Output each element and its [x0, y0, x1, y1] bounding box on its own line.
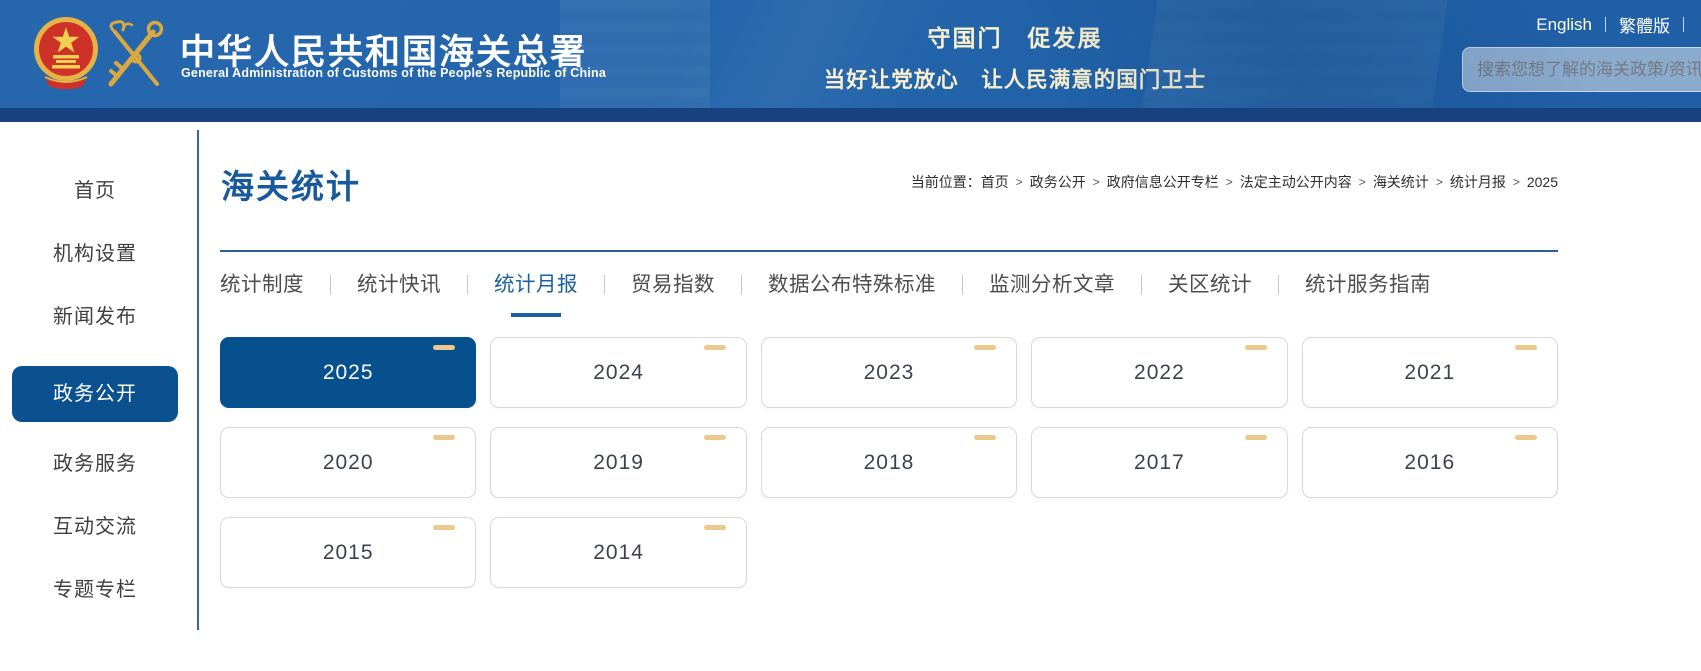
header-link-繁體版[interactable]: 繁體版	[1619, 12, 1670, 37]
year-card-label: 2016	[1404, 451, 1455, 475]
breadcrumb-item-法定主动公开内容[interactable]: 法定主动公开内容	[1240, 172, 1352, 192]
header-link-separator	[1605, 17, 1606, 32]
breadcrumb-item-政府信息公开专栏[interactable]: 政府信息公开专栏	[1107, 172, 1219, 192]
year-card-label: 2018	[864, 451, 915, 475]
org-name-en: General Administration of Customs of the…	[181, 66, 606, 80]
tab-关区统计[interactable]: 关区统计	[1168, 270, 1252, 317]
gold-dash-decoration	[704, 525, 726, 530]
year-card-2020[interactable]: 2020	[220, 427, 476, 498]
header-link-separator	[1683, 17, 1684, 32]
slogan-line-2: 当好让党放心 让人民满意的国门卫士	[790, 63, 1240, 94]
year-card-label: 2014	[593, 541, 644, 565]
gold-dash-decoration	[1245, 435, 1267, 440]
tab-统计服务指南[interactable]: 统计服务指南	[1305, 270, 1431, 317]
year-card-label: 2017	[1134, 451, 1185, 475]
breadcrumb-separator: >	[1513, 175, 1520, 189]
breadcrumb-prefix: 当前位置：	[911, 172, 981, 192]
tab-separator	[330, 275, 331, 295]
gold-dash-decoration	[433, 435, 455, 440]
gold-dash-decoration	[704, 435, 726, 440]
header-links: English 繁體版	[1536, 12, 1697, 37]
breadcrumb-item-首页[interactable]: 首页	[981, 172, 1009, 192]
statistics-tabs: 统计制度 统计快讯 统计月报 贸易指数 数据公布特殊标准 监测分析文章 关区统计 统计服务指南	[220, 270, 1431, 317]
customs-gov-page: 中华人民共和国海关总署 General Administration of Cu…	[0, 0, 1701, 671]
breadcrumb-separator: >	[1016, 175, 1023, 189]
year-card-label: 2022	[1134, 361, 1185, 385]
year-cards-grid: 2025 2024 2023 2022 2021 2020 2019 2018 2017 2016…	[220, 337, 1558, 588]
tab-separator	[1141, 275, 1142, 295]
year-card-2018[interactable]: 2018	[761, 427, 1017, 498]
customs-key-logo-icon	[103, 20, 165, 90]
gold-dash-decoration	[1515, 435, 1537, 440]
tab-separator	[604, 275, 605, 295]
tab-统计月报[interactable]: 统计月报	[494, 270, 578, 317]
national-emblem-icon	[33, 15, 99, 89]
breadcrumb-item-政务公开[interactable]: 政务公开	[1030, 172, 1086, 192]
tab-贸易指数[interactable]: 贸易指数	[631, 270, 715, 317]
year-card-label: 2024	[593, 361, 644, 385]
year-card-2014[interactable]: 2014	[490, 517, 746, 588]
search-box	[1462, 47, 1701, 92]
breadcrumb: 当前位置：首页 > 政务公开 > 政府信息公开专栏 > 法定主动公开内容 > 海关统计 > 统计月报…	[911, 172, 1558, 192]
year-card-label: 2015	[323, 541, 374, 565]
breadcrumb-item-统计月报[interactable]: 统计月报	[1450, 172, 1506, 192]
gold-dash-decoration	[1515, 345, 1537, 350]
year-card-label: 2025	[323, 361, 374, 385]
sidebar-nav: 首页机构设置新闻发布政务公开政务服务互动交流专题专栏	[0, 130, 199, 630]
gold-dash-decoration	[1245, 345, 1267, 350]
site-header: 中华人民共和国海关总署 General Administration of Cu…	[0, 0, 1701, 108]
breadcrumb-separator: >	[1226, 175, 1233, 189]
sidebar-item-专题专栏[interactable]: 专题专栏	[0, 559, 190, 622]
page-title: 海关统计	[221, 160, 361, 208]
gold-dash-decoration	[974, 435, 996, 440]
tab-separator	[467, 275, 468, 295]
breadcrumb-item-海关统计[interactable]: 海关统计	[1373, 172, 1429, 192]
year-card-2025[interactable]: 2025	[220, 337, 476, 408]
tab-统计制度[interactable]: 统计制度	[220, 270, 304, 317]
year-card-2017[interactable]: 2017	[1031, 427, 1287, 498]
tab-separator	[962, 275, 963, 295]
tab-separator	[741, 275, 742, 295]
breadcrumb-separator: >	[1093, 175, 1100, 189]
year-card-2019[interactable]: 2019	[490, 427, 746, 498]
sidebar-item-政务服务[interactable]: 政务服务	[0, 433, 190, 496]
gold-dash-decoration	[974, 345, 996, 350]
year-card-2024[interactable]: 2024	[490, 337, 746, 408]
slogan-line-1: 守国门 促发展	[790, 19, 1240, 53]
gold-dash-decoration	[704, 345, 726, 350]
gold-dash-decoration	[433, 345, 455, 350]
year-card-2021[interactable]: 2021	[1302, 337, 1558, 408]
breadcrumb-separator: >	[1359, 175, 1366, 189]
tab-数据公布特殊标准[interactable]: 数据公布特殊标准	[768, 270, 936, 317]
year-card-label: 2021	[1404, 361, 1455, 385]
year-card-2016[interactable]: 2016	[1302, 427, 1558, 498]
title-divider	[220, 250, 1558, 252]
breadcrumb-item-2025[interactable]: 2025	[1527, 174, 1558, 190]
tab-监测分析文章[interactable]: 监测分析文章	[989, 270, 1115, 317]
year-card-label: 2020	[323, 451, 374, 475]
sidebar-item-新闻发布[interactable]: 新闻发布	[0, 286, 190, 349]
sidebar-item-互动交流[interactable]: 互动交流	[0, 496, 190, 559]
year-card-label: 2023	[864, 361, 915, 385]
gold-dash-decoration	[433, 525, 455, 530]
tab-separator	[1278, 275, 1279, 295]
sidebar-item-机构设置[interactable]: 机构设置	[0, 223, 190, 286]
search-input[interactable]	[1463, 48, 1701, 91]
header-link-English[interactable]: English	[1536, 15, 1592, 35]
year-card-label: 2019	[593, 451, 644, 475]
sidebar-item-政务公开[interactable]: 政务公开	[12, 366, 178, 422]
year-card-2015[interactable]: 2015	[220, 517, 476, 588]
tab-统计快讯[interactable]: 统计快讯	[357, 270, 441, 317]
sidebar-item-首页[interactable]: 首页	[0, 160, 190, 223]
year-card-2022[interactable]: 2022	[1031, 337, 1287, 408]
header-bottom-strip	[0, 108, 1701, 122]
year-card-2023[interactable]: 2023	[761, 337, 1017, 408]
breadcrumb-separator: >	[1436, 175, 1443, 189]
